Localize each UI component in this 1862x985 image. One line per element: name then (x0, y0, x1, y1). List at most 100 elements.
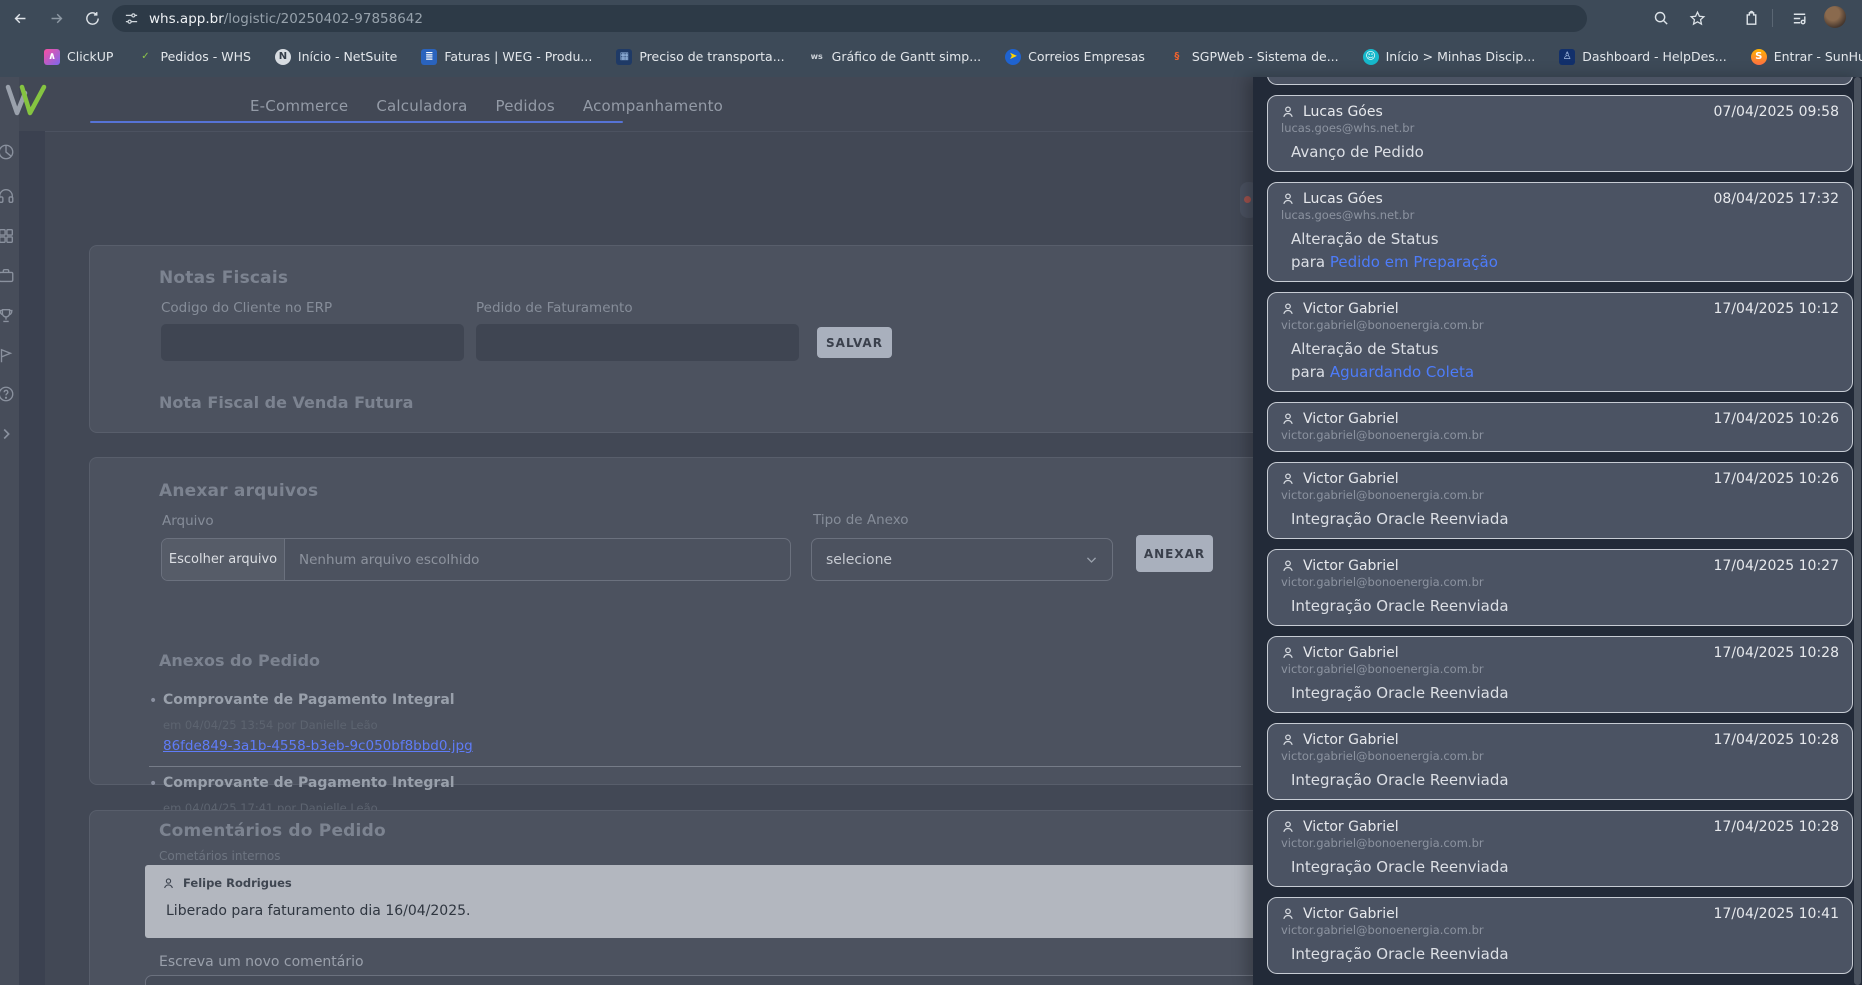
history-timestamp: 17/04/2025 10:27 (1714, 558, 1840, 574)
url-bar[interactable]: whs.app.br/logistic/20250402-97858642 (112, 5, 1587, 32)
bookmark-item[interactable]: ▦ Preciso de transporta... (604, 43, 796, 71)
bookmark-label: Gráfico de Gantt simp... (832, 49, 982, 64)
panel-scrollbar[interactable] (1854, 77, 1861, 985)
tab-indicator (90, 121, 623, 123)
site-settings-icon[interactable] (124, 11, 139, 26)
attachment-title: Comprovante de Pagamento Integral (163, 692, 455, 708)
history-user-email: victor.gabriel@bonoenergia.com.br (1281, 318, 1839, 332)
history-panel: Lucas Góes 07/04/2025 09:58 lucas.goes@w… (1253, 77, 1862, 985)
favicon: ∧ (44, 49, 60, 65)
headset-icon[interactable] (0, 187, 15, 205)
bookmark-item[interactable]: § SGPWeb - Sistema de... (1157, 43, 1351, 71)
tipo-anexo-select[interactable]: selecione (811, 538, 1113, 581)
person-icon (1281, 302, 1295, 316)
history-entry: Victor Gabriel 17/04/2025 10:41 victor.g… (1267, 897, 1853, 974)
history-message: Avanço de Pedido (1291, 143, 1839, 162)
trophy-icon[interactable] (0, 307, 15, 325)
bookmark-item[interactable]: ➤ Correios Empresas (993, 43, 1157, 71)
status-link[interactable]: Pedido em Preparação (1330, 253, 1498, 271)
history-entry: Victor Gabriel 17/04/2025 10:28 victor.g… (1267, 810, 1853, 887)
erp-code-label: Codigo do Cliente no ERP (161, 300, 332, 316)
browser-toolbar: whs.app.br/logistic/20250402-97858642 (0, 0, 1862, 36)
salvar-button[interactable]: SALVAR (817, 327, 892, 358)
attachment-meta: em 04/04/25 13:54 por Danielle Leão (163, 718, 378, 732)
zoom-icon[interactable] (1650, 7, 1672, 29)
favicon: ✓ (137, 49, 153, 65)
history-user-email: victor.gabriel@bonoenergia.com.br (1281, 836, 1839, 850)
history-timestamp: 08/04/2025 17:32 (1714, 191, 1840, 207)
main-tabs: E-Commerce Calculadora Pedidos Acompanha… (250, 97, 723, 115)
history-timestamp: 17/04/2025 10:28 (1714, 645, 1840, 661)
bookmark-label: Preciso de transporta... (639, 49, 784, 64)
back-icon[interactable] (8, 6, 32, 30)
modules-icon[interactable] (0, 227, 15, 245)
pie-chart-icon[interactable] (0, 143, 15, 161)
history-entry: Victor Gabriel 17/04/2025 10:26 victor.g… (1267, 462, 1853, 539)
bookmark-item[interactable]: ✓ Pedidos - WHS (125, 43, 262, 71)
history-entry: Victor Gabriel 17/04/2025 10:28 victor.g… (1267, 723, 1853, 800)
history-message: Integração Oracle Reenviada (1291, 771, 1839, 790)
bookmark-label: Dashboard - HelpDes... (1582, 49, 1727, 64)
faturamento-input[interactable] (476, 324, 799, 361)
person-icon (1281, 105, 1295, 119)
history-timestamp: 07/04/2025 09:58 (1714, 104, 1840, 120)
history-user-name: Lucas Góes (1303, 191, 1383, 207)
file-input[interactable]: Escolher arquivo Nenhum arquivo escolhid… (161, 538, 791, 581)
history-message: Integração Oracle Reenviada (1291, 945, 1839, 964)
bookmark-label: Correios Empresas (1028, 49, 1145, 64)
bookmark-item[interactable]: ♙ Dashboard - HelpDes... (1547, 43, 1739, 71)
erp-code-input[interactable] (161, 324, 464, 361)
anexar-title: Anexar arquivos (159, 481, 318, 501)
history-user-email: lucas.goes@whs.net.br (1281, 208, 1839, 222)
history-user-email: victor.gabriel@bonoenergia.com.br (1281, 428, 1839, 442)
bookmark-star-icon[interactable] (1686, 7, 1708, 29)
help-icon[interactable] (0, 385, 15, 403)
person-icon (162, 877, 175, 890)
profile-avatar[interactable] (1824, 6, 1846, 28)
tab-acompanhamento[interactable]: Acompanhamento (583, 97, 723, 115)
extensions-icon[interactable] (1740, 7, 1762, 29)
tab-calculadora[interactable]: Calculadora (376, 97, 467, 115)
status-link[interactable]: Aguardando Coleta (1330, 363, 1474, 381)
content-scrollbar-gutter[interactable] (19, 131, 45, 985)
tab-pedidos[interactable]: Pedidos (496, 97, 555, 115)
notification-dot (1244, 196, 1251, 203)
choose-file-button[interactable]: Escolher arquivo (162, 539, 285, 580)
attachment-link[interactable]: 86fde849-3a1b-4558-b3eb-9c050bf8bbd0.jpg (163, 738, 473, 754)
forward-icon[interactable] (44, 6, 68, 30)
bookmark-item[interactable]: N Início - NetSuite (263, 43, 409, 71)
history-message: Integração Oracle Reenviada (1291, 684, 1839, 703)
history-timestamp: 17/04/2025 10:12 (1714, 301, 1840, 317)
history-user-name: Victor Gabriel (1303, 301, 1399, 317)
side-panel-icon[interactable] (1788, 7, 1810, 29)
browser-window: whs.app.br/logistic/20250402-97858642 ∧ … (0, 0, 1862, 985)
chevron-right-icon[interactable] (0, 425, 15, 443)
history-timestamp: 17/04/2025 10:28 (1714, 819, 1840, 835)
history-status-line: para Aguardando Coleta (1291, 363, 1839, 382)
bookmark-item[interactable]: ws Gráfico de Gantt simp... (797, 43, 994, 71)
history-message: Alteração de Status (1291, 230, 1839, 249)
history-entry-partial (1267, 77, 1853, 85)
history-user-email: victor.gabriel@bonoenergia.com.br (1281, 662, 1839, 676)
history-user-name: Victor Gabriel (1303, 411, 1399, 427)
history-user-email: victor.gabriel@bonoenergia.com.br (1281, 488, 1839, 502)
bookmark-item[interactable]: ∧ ClickUP (32, 43, 125, 71)
briefcase-icon[interactable] (0, 267, 15, 285)
flag-icon[interactable] (0, 347, 15, 365)
history-user-name: Victor Gabriel (1303, 471, 1399, 487)
toolbar-divider (1772, 9, 1773, 27)
favicon: ▦ (616, 49, 632, 65)
reload-icon[interactable] (80, 6, 104, 30)
bookmark-item[interactable]: S Entrar - SunHub (1739, 43, 1862, 71)
bookmark-item[interactable]: ≣ Faturas | WEG - Produ... (409, 43, 604, 71)
favicon: § (1169, 49, 1185, 65)
history-entry: Lucas Góes 08/04/2025 17:32 lucas.goes@w… (1267, 182, 1853, 282)
history-user-name: Victor Gabriel (1303, 819, 1399, 835)
anexar-button[interactable]: ANEXAR (1136, 535, 1213, 572)
bookmark-item[interactable]: ☺ Início > Minhas Discip... (1351, 43, 1548, 71)
history-user-email: victor.gabriel@bonoenergia.com.br (1281, 749, 1839, 763)
bookmark-label: Início > Minhas Discip... (1386, 49, 1536, 64)
app-content: E-Commerce Calculadora Pedidos Acompanha… (0, 77, 1862, 985)
history-list: Lucas Góes 07/04/2025 09:58 lucas.goes@w… (1267, 77, 1853, 974)
tab-ecommerce[interactable]: E-Commerce (250, 97, 348, 115)
